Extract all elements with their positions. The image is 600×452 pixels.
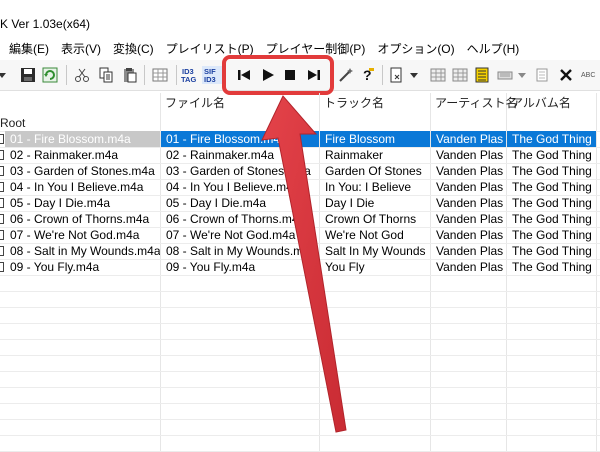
spellcheck-icon[interactable]: ABC bbox=[580, 65, 600, 85]
checkbox[interactable] bbox=[0, 134, 4, 144]
tree-item-label: 08 - Salt in My Wounds.m4a bbox=[10, 244, 160, 258]
tree-item-label: 06 - Crown of Thorns.m4a bbox=[10, 212, 150, 226]
checkbox[interactable] bbox=[0, 198, 4, 208]
cell-track: In You: I Believe bbox=[325, 180, 412, 194]
cell-artist: Vanden Plas bbox=[436, 260, 504, 274]
menu-edit[interactable]: 編集(E) bbox=[0, 39, 55, 59]
paste-icon[interactable] bbox=[120, 65, 140, 85]
cell-track: Garden Of Stones bbox=[325, 164, 422, 178]
column-header-track[interactable]: トラック名 bbox=[319, 93, 430, 113]
cell-album: The God Thing bbox=[507, 131, 596, 147]
table-row[interactable]: 05 - Day I Die.m4a 05 - Day I Die.m4a Da… bbox=[0, 195, 600, 211]
menu-view[interactable]: 表示(V) bbox=[55, 39, 107, 59]
cell-album: The God Thing bbox=[512, 244, 592, 258]
tree-item-label: 09 - You Fly.m4a bbox=[10, 260, 100, 274]
table-row[interactable]: 08 - Salt in My Wounds.m4a 08 - Salt in … bbox=[0, 243, 600, 259]
cell-album: The God Thing bbox=[512, 180, 592, 194]
column-header-artist[interactable]: アーティスト名 bbox=[430, 93, 518, 113]
dropdown-arrow-icon[interactable] bbox=[0, 65, 12, 85]
cell-filename: 01 - Fire Blossom.m4a bbox=[161, 131, 319, 147]
table-row[interactable]: 01 - Fire Blossom.m4a 01 - Fire Blossom.… bbox=[0, 131, 600, 147]
checkbox[interactable] bbox=[0, 230, 4, 240]
table-row[interactable]: 06 - Crown of Thorns.m4a 06 - Crown of T… bbox=[0, 211, 600, 227]
tree-item-label: 05 - Day I Die.m4a bbox=[10, 196, 111, 210]
sif-id3-icon[interactable]: SIF ID3 bbox=[202, 65, 222, 85]
tree-item-label: 04 - In You I Believe.m4a bbox=[10, 180, 144, 194]
cell-filename: 05 - Day I Die.m4a bbox=[166, 196, 267, 210]
cell-track: You Fly bbox=[325, 260, 365, 274]
cell-artist: Vanden Plas bbox=[436, 164, 504, 178]
tree-item-label: 02 - Rainmaker.m4a bbox=[10, 148, 119, 162]
table-row[interactable]: 03 - Garden of Stones.m4a 03 - Garden of… bbox=[0, 163, 600, 179]
table-icon[interactable] bbox=[428, 65, 448, 85]
cell-filename: 07 - We're Not God.m4a bbox=[166, 228, 296, 242]
cell-track: We're Not God bbox=[325, 228, 404, 242]
cell-filename: 02 - Rainmaker.m4a bbox=[166, 148, 275, 162]
dropdown-arrow-icon[interactable] bbox=[512, 65, 532, 85]
delete-icon[interactable] bbox=[556, 65, 576, 85]
table-row[interactable]: 09 - You Fly.m4a 09 - You Fly.m4a You Fl… bbox=[0, 259, 600, 275]
table-row[interactable]: 04 - In You I Believe.m4a 04 - In You I … bbox=[0, 179, 600, 195]
player-controls-highlight bbox=[222, 55, 334, 95]
cell-artist: Vanden Plas bbox=[436, 148, 504, 162]
tag-list-icon[interactable] bbox=[472, 65, 492, 85]
cell-album: The God Thing bbox=[512, 212, 592, 226]
cell-artist: Vanden Plas bbox=[431, 131, 506, 147]
print-icon[interactable] bbox=[532, 65, 552, 85]
dropdown-arrow-icon[interactable] bbox=[404, 65, 424, 85]
menu-options[interactable]: オプション(O) bbox=[371, 39, 460, 59]
cell-track: Fire Blossom bbox=[320, 131, 430, 147]
cell-artist: Vanden Plas bbox=[436, 196, 504, 210]
cell-track: Rainmaker bbox=[325, 148, 384, 162]
menu-convert[interactable]: 変換(C) bbox=[107, 39, 160, 59]
checkbox[interactable] bbox=[0, 166, 4, 176]
tree-item-label: 03 - Garden of Stones.m4a bbox=[10, 164, 155, 178]
cell-album: The God Thing bbox=[512, 228, 592, 242]
menu-help[interactable]: ヘルプ(H) bbox=[461, 39, 526, 59]
table-row[interactable]: 07 - We're Not God.m4a 07 - We're Not Go… bbox=[0, 227, 600, 243]
checkbox[interactable] bbox=[0, 150, 4, 160]
checkbox[interactable] bbox=[0, 262, 4, 272]
sif-label-bottom: ID3 bbox=[204, 75, 216, 84]
abc-label: ABC bbox=[581, 72, 595, 79]
save-icon[interactable] bbox=[18, 65, 38, 85]
window-title: K Ver 1.03e(x64) bbox=[0, 17, 91, 31]
column-header-filename[interactable]: ファイル名 bbox=[160, 93, 319, 113]
cell-filename: 06 - Crown of Thorns.m4a bbox=[166, 212, 306, 226]
table-row[interactable]: 02 - Rainmaker.m4a 02 - Rainmaker.m4a Ra… bbox=[0, 147, 600, 163]
copy-icon[interactable] bbox=[96, 65, 116, 85]
file-table: ファイル名 トラック名 アーティスト名 アルバム名 Root 01 - Fire… bbox=[0, 93, 600, 452]
cell-album: The God Thing bbox=[512, 260, 592, 274]
cell-album: The God Thing bbox=[512, 196, 592, 210]
cell-filename: 03 - Garden of Stones.m4a bbox=[166, 164, 311, 178]
cut-icon[interactable] bbox=[72, 65, 92, 85]
tree-item-label: 07 - We're Not God.m4a bbox=[10, 228, 140, 242]
wand-icon[interactable] bbox=[336, 65, 356, 85]
title-bar: K Ver 1.03e(x64) bbox=[0, 0, 600, 36]
cell-filename: 04 - In You I Believe.m4a bbox=[166, 180, 300, 194]
tree-item-label: 01 - Fire Blossom.m4a bbox=[5, 131, 160, 147]
table-alt-icon[interactable] bbox=[450, 65, 470, 85]
cell-filename: 08 - Salt in My Wounds.m4a bbox=[166, 244, 317, 258]
cell-artist: Vanden Plas bbox=[436, 228, 504, 242]
cell-track: Crown Of Thorns bbox=[325, 212, 417, 226]
help-icon[interactable]: ? bbox=[358, 65, 378, 85]
cell-filename: 09 - You Fly.m4a bbox=[166, 260, 256, 274]
column-header-album[interactable]: アルバム名 bbox=[506, 93, 596, 113]
id3-tag-icon[interactable]: ID3 TAG bbox=[180, 65, 200, 85]
checkbox[interactable] bbox=[0, 214, 4, 224]
id3-label-bottom: TAG bbox=[181, 75, 196, 84]
tree-root[interactable]: Root bbox=[0, 115, 25, 131]
cell-album: The God Thing bbox=[512, 148, 592, 162]
grid-icon[interactable] bbox=[150, 65, 170, 85]
checkbox[interactable] bbox=[0, 182, 4, 192]
cell-artist: Vanden Plas bbox=[436, 212, 504, 226]
cell-album: The God Thing bbox=[512, 164, 592, 178]
checkbox[interactable] bbox=[0, 246, 4, 256]
cell-track: Salt In My Wounds bbox=[325, 244, 426, 258]
cell-artist: Vanden Plas bbox=[436, 244, 504, 258]
cell-track: Day I Die bbox=[325, 196, 375, 210]
refresh-icon[interactable] bbox=[40, 65, 60, 85]
cell-artist: Vanden Plas bbox=[436, 180, 504, 194]
